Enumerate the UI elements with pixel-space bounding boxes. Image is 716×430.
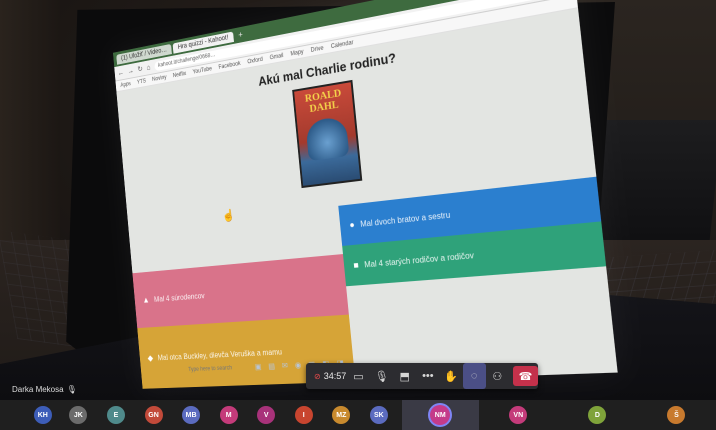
participant-tile[interactable]: GN: [135, 400, 173, 430]
home-icon[interactable]: ⌂: [146, 63, 150, 72]
taskbar-store-icon[interactable]: ▤: [268, 361, 275, 370]
avatar: NM: [430, 405, 451, 425]
participant-tile[interactable]: SK: [360, 400, 398, 430]
bookmark-item[interactable]: Mapy: [290, 49, 304, 57]
avatar: MB: [182, 406, 201, 424]
square-shape-icon: ■: [352, 259, 360, 271]
new-tab-button[interactable]: +: [234, 29, 246, 41]
participants-icon[interactable]: ⚇: [486, 363, 509, 389]
self-name: Darka Mekosa: [12, 385, 64, 394]
bookmark-item[interactable]: YTS: [137, 78, 146, 85]
answer-text: Mal 4 súrodencov: [153, 291, 205, 304]
call-timer-text: 34:57: [323, 371, 347, 381]
more-options-icon[interactable]: •••: [416, 363, 439, 389]
avatar: SK: [369, 406, 388, 424]
bookmark-item[interactable]: Facebook: [218, 61, 241, 71]
participant-strip: KH JK E GN MB M V I MZ SK NM VN D Š: [0, 400, 716, 430]
participant-tile[interactable]: D: [558, 400, 637, 430]
participant-tile[interactable]: M: [210, 400, 248, 430]
mic-off-icon: 🎙: [66, 385, 77, 394]
avatar: D: [588, 406, 607, 424]
bookmark-item[interactable]: Gmail: [269, 53, 283, 61]
diamond-shape-icon: ◆: [147, 352, 154, 363]
forward-icon[interactable]: →: [127, 66, 134, 75]
bookmark-item[interactable]: Oxford: [247, 56, 263, 65]
taskbar-file-explorer-icon[interactable]: ▣: [254, 362, 261, 371]
participant-tile[interactable]: JK: [60, 400, 98, 430]
avatar: M: [219, 406, 238, 424]
circle-shape-icon: ●: [349, 219, 356, 230]
participant-tile[interactable]: MB: [172, 400, 210, 430]
taskbar-mail-icon[interactable]: ✉: [281, 361, 288, 370]
participant-tile[interactable]: VN: [479, 400, 558, 430]
participant-tile[interactable]: I: [285, 400, 323, 430]
participant-tile[interactable]: V: [247, 400, 285, 430]
participant-tile[interactable]: E: [97, 400, 135, 430]
participant-tile-active-speaker[interactable]: NM: [401, 400, 479, 430]
triangle-shape-icon: ▲: [142, 294, 150, 305]
bookmark-item[interactable]: Calendar: [331, 39, 354, 49]
avatar: V: [257, 406, 276, 424]
call-controls: ⊘ 34:57 ▭ 🎙 ⬒ ••• ✋ ◌ ⚇ ☎: [306, 363, 538, 389]
bookmark-item[interactable]: Apps: [120, 81, 131, 88]
avatar: VN: [509, 406, 528, 424]
avatar: Š: [667, 406, 686, 424]
taskbar-chrome-icon[interactable]: ◉: [294, 360, 301, 369]
reload-icon[interactable]: ↻: [137, 64, 143, 73]
call-timer: ⊘ 34:57: [306, 371, 347, 381]
back-icon[interactable]: ←: [117, 68, 124, 77]
laptop: acer (1) Uložiť / Video… Hra quizzi - Ka…: [0, 0, 716, 400]
avatar: JK: [69, 406, 88, 424]
bookmark-item[interactable]: Drive: [311, 45, 324, 53]
mouse-cursor-icon: ☝: [221, 207, 236, 223]
avatar: KH: [33, 406, 52, 424]
bookmark-item[interactable]: Noviny: [152, 74, 167, 82]
bookmark-item[interactable]: Netflix: [173, 71, 187, 79]
microphone-icon[interactable]: 🎙: [370, 363, 393, 389]
raise-hand-icon[interactable]: ✋: [439, 363, 462, 389]
answer-text: Mal 4 starých rodičov a rodičov: [363, 250, 475, 269]
camera-icon[interactable]: ▭: [347, 363, 370, 389]
book-author-line2: DAHL: [308, 98, 340, 116]
book-cover-image: ROALD DAHL: [292, 79, 363, 189]
recording-icon: ⊘: [314, 371, 321, 381]
bookmark-item[interactable]: YouTube: [192, 66, 212, 75]
participant-tile[interactable]: KH: [26, 400, 60, 430]
share-screen-icon[interactable]: ⬒: [393, 363, 416, 389]
hang-up-button[interactable]: ☎: [512, 366, 538, 386]
avatar: I: [294, 406, 313, 424]
participant-tile[interactable]: MZ: [323, 400, 361, 430]
avatar: GN: [144, 406, 163, 424]
avatar: MZ: [332, 406, 351, 424]
chat-icon[interactable]: ◌: [462, 363, 486, 389]
avatar: E: [106, 406, 125, 424]
laptop-screen: (1) Uložiť / Video… Hra quizzi - Kahoot!…: [112, 0, 618, 389]
answer-text: Mal dvoch bratov a sestru: [359, 209, 451, 229]
book-illustration: [305, 115, 350, 162]
self-video-label: Darka Mekosa 🎙: [12, 385, 77, 394]
participant-tile[interactable]: Š: [637, 400, 716, 430]
